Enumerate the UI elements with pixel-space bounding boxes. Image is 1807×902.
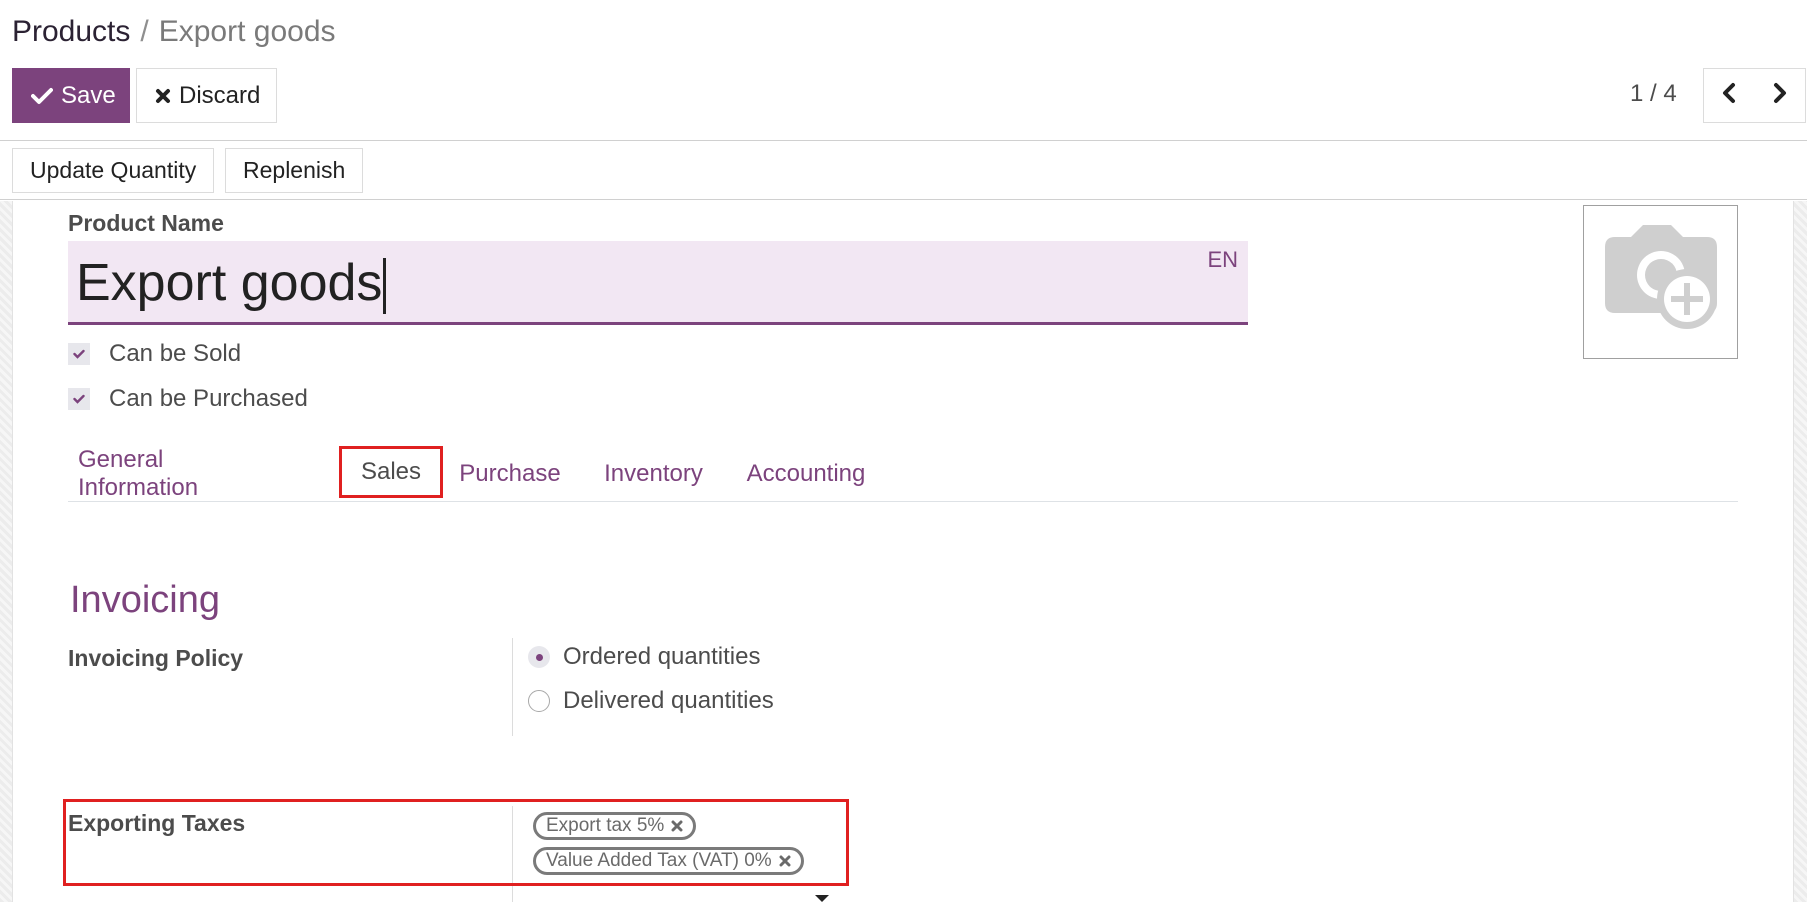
tab-inventory[interactable]: Inventory	[596, 446, 711, 502]
form-statusbar: Update Quantity Replenish	[0, 142, 1807, 200]
checkmark-icon	[73, 349, 85, 359]
breadcrumb-separator: /	[140, 15, 149, 48]
tab-sales[interactable]: Sales	[339, 446, 443, 498]
breadcrumb-current: Export goods	[158, 15, 336, 48]
invoicing-section-title: Invoicing	[70, 579, 220, 621]
save-button[interactable]: Save	[12, 68, 130, 123]
pager-next-button[interactable]	[1754, 68, 1806, 123]
delivered-quantities-label: Delivered quantities	[563, 687, 774, 714]
exporting-taxes-label: Exporting Taxes	[68, 810, 246, 836]
form-background-left	[0, 201, 13, 902]
delivered-quantities-option[interactable]: Delivered quantities	[528, 687, 774, 715]
replenish-button[interactable]: Replenish	[225, 148, 364, 193]
chevron-left-icon	[1720, 82, 1738, 109]
remove-tag-icon[interactable]	[779, 855, 791, 867]
can-be-purchased-checkbox-row: Can be Purchased	[68, 385, 308, 413]
can-be-sold-checkbox[interactable]	[68, 343, 90, 365]
pager-previous-button[interactable]	[1703, 68, 1755, 123]
tax-tag: Value Added Tax (VAT) 0%	[533, 847, 804, 875]
ordered-quantities-label: Ordered quantities	[563, 643, 761, 670]
tax-tag-label: Value Added Tax (VAT) 0%	[546, 850, 772, 871]
tax-tag: Export tax 5%	[533, 812, 697, 840]
product-name-input[interactable]: Export goods EN	[68, 241, 1248, 325]
can-be-purchased-label: Can be Purchased	[109, 385, 308, 412]
checkmark-icon	[73, 394, 85, 404]
product-name-label: Product Name	[68, 210, 224, 236]
check-icon	[31, 87, 53, 105]
close-icon	[155, 88, 171, 104]
breadcrumb: Products / Export goods	[12, 12, 336, 52]
tab-purchase[interactable]: Purchase	[450, 446, 570, 502]
notebook-tabs: General Information Sales Purchase Inven…	[68, 446, 1738, 502]
save-label: Save	[61, 81, 116, 109]
product-image-upload[interactable]	[1583, 205, 1738, 359]
pager-value: 1 / 4	[1630, 80, 1677, 107]
tab-accounting[interactable]: Accounting	[739, 446, 873, 502]
discard-button[interactable]: Discard	[136, 68, 277, 123]
breadcrumb-products-link[interactable]: Products	[12, 15, 130, 48]
delivered-quantities-radio[interactable]	[528, 690, 550, 712]
form-sheet: Product Name Export goods EN Can be Sold…	[13, 201, 1793, 902]
can-be-sold-checkbox-row: Can be Sold	[68, 340, 241, 368]
invoicing-policy-label: Invoicing Policy	[68, 645, 244, 671]
control-panel: Products / Export goods Save Discard 1 / 4	[0, 0, 1807, 141]
text-caret	[383, 258, 387, 315]
taxes-dropdown-caret-icon[interactable]	[815, 895, 829, 902]
can-be-sold-label: Can be Sold	[109, 340, 242, 367]
can-be-purchased-checkbox[interactable]	[68, 388, 90, 410]
product-name-value: Export goods	[76, 254, 383, 312]
language-button[interactable]: EN	[1207, 247, 1238, 273]
form-background-right	[1793, 201, 1807, 902]
discard-label: Discard	[179, 81, 261, 109]
remove-tag-icon[interactable]	[671, 820, 683, 832]
camera-add-icon	[1601, 224, 1721, 340]
field-divider	[512, 638, 513, 736]
ordered-quantities-radio[interactable]	[528, 646, 550, 668]
tax-tag-label: Export tax 5%	[546, 815, 665, 836]
chevron-right-icon	[1771, 82, 1789, 109]
tab-general-information[interactable]: General Information	[78, 446, 278, 502]
ordered-quantities-option[interactable]: Ordered quantities	[528, 643, 760, 671]
update-quantity-button[interactable]: Update Quantity	[12, 148, 215, 193]
